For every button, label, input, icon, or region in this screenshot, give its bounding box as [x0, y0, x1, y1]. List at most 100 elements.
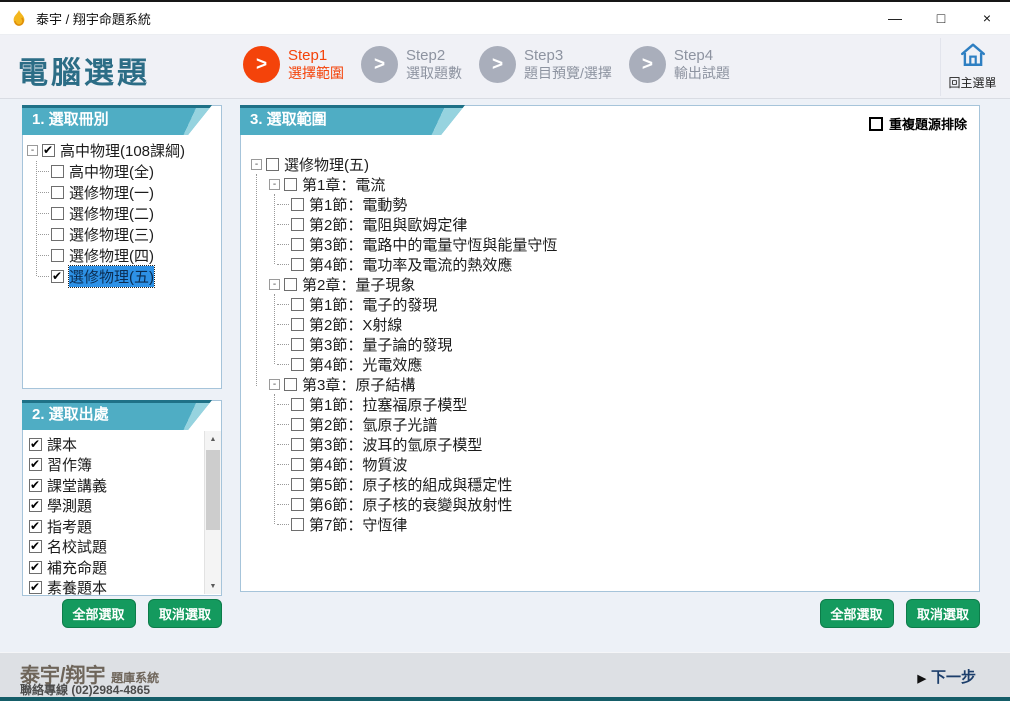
source-item: 學測題	[29, 496, 221, 517]
source-label[interactable]: 習作簿	[47, 454, 92, 475]
next-step-label: 下一步	[931, 669, 976, 686]
panel-select-source-title: 2. 選取出處	[22, 400, 212, 430]
section-label[interactable]: 第3節：波耳的氫原子模型	[309, 434, 482, 455]
source-label[interactable]: 素養題本	[47, 577, 107, 595]
checkbox[interactable]	[291, 198, 304, 211]
tree-children: 第1節：電動勢第2節：電阻與歐姆定律第3節：電路中的電量守恆與能量守恆第4節：電…	[269, 194, 977, 274]
scrollbar[interactable]: ▲ ▼	[204, 431, 221, 594]
collapse-toggle-icon[interactable]: -	[27, 145, 38, 156]
checkbox[interactable]	[266, 158, 279, 171]
checkbox[interactable]	[291, 518, 304, 531]
collapse-toggle-icon[interactable]: -	[269, 379, 280, 390]
checkbox[interactable]	[29, 438, 42, 451]
checkbox[interactable]	[291, 458, 304, 471]
source-label[interactable]: 補充命題	[47, 557, 107, 578]
scroll-down-icon[interactable]: ▼	[205, 578, 221, 594]
tree-connector	[277, 264, 289, 265]
checkbox[interactable]	[29, 479, 42, 492]
checkbox[interactable]	[42, 144, 55, 157]
scroll-up-icon[interactable]: ▲	[205, 431, 221, 447]
tree-node-label[interactable]: 選修物理(五)	[69, 266, 154, 287]
tree-node-label[interactable]: 選修物理(四)	[69, 245, 154, 266]
volume-tree: - 高中物理(108課綱)高中物理(全)選修物理(一)選修物理(二)選修物理(三)…	[23, 138, 221, 386]
section-label[interactable]: 第4節：電功率及電流的熱效應	[309, 254, 512, 275]
collapse-toggle-icon[interactable]: -	[269, 179, 280, 190]
checkbox[interactable]	[29, 499, 42, 512]
tree-node-label[interactable]: 高中物理(108課綱)	[60, 140, 185, 161]
chapter-label[interactable]: 第2章：量子現象	[302, 274, 415, 295]
source-item: 習作簿	[29, 455, 221, 476]
checkbox[interactable]	[291, 238, 304, 251]
next-step-button[interactable]: ▶下一步	[918, 666, 976, 687]
tree-node-label[interactable]: 選修物理(五)	[284, 154, 369, 175]
source-label[interactable]: 名校試題	[47, 536, 107, 557]
checkbox[interactable]	[291, 358, 304, 371]
section-label[interactable]: 第4節：物質波	[309, 454, 407, 475]
deselect-sources-button[interactable]: 取消選取	[148, 599, 222, 628]
dedup-checkbox[interactable]	[869, 117, 883, 131]
step-arrow-icon: >	[361, 46, 398, 83]
checkbox[interactable]	[51, 270, 64, 283]
checkbox[interactable]	[51, 165, 64, 178]
scrollbar-thumb[interactable]	[206, 450, 220, 530]
checkbox[interactable]	[291, 398, 304, 411]
home-menu-button[interactable]: 回主選單	[940, 38, 1004, 96]
tree-node-label[interactable]: 高中物理(全)	[69, 161, 154, 182]
checkbox[interactable]	[51, 207, 64, 220]
section-label[interactable]: 第3節：量子論的發現	[309, 334, 452, 355]
deselect-range-button[interactable]: 取消選取	[906, 599, 980, 628]
checkbox[interactable]	[51, 249, 64, 262]
tree-node: 選修物理(一)	[49, 182, 219, 203]
checkbox[interactable]	[291, 218, 304, 231]
checkbox[interactable]	[291, 478, 304, 491]
section-label[interactable]: 第7節：守恆律	[309, 514, 407, 535]
section-label[interactable]: 第1節：電子的發現	[309, 294, 437, 315]
select-all-range-button[interactable]: 全部選取	[820, 599, 894, 628]
section-label[interactable]: 第1節：電動勢	[309, 194, 407, 215]
step-2: > Step2 選取題數	[361, 46, 462, 83]
collapse-toggle-icon[interactable]: -	[269, 279, 280, 290]
checkbox[interactable]	[291, 498, 304, 511]
section-label[interactable]: 第1節：拉塞福原子模型	[309, 394, 467, 415]
step-label: 題目預覽/選擇	[524, 65, 612, 82]
checkbox[interactable]	[51, 186, 64, 199]
section-label[interactable]: 第2節：電阻與歐姆定律	[309, 214, 467, 235]
tree-node-label[interactable]: 選修物理(三)	[69, 224, 154, 245]
section-label[interactable]: 第6節：原子核的衰變與放射性	[309, 494, 512, 515]
checkbox[interactable]	[291, 418, 304, 431]
minimize-button[interactable]: —	[872, 2, 918, 34]
source-label[interactable]: 指考題	[47, 516, 92, 537]
checkbox[interactable]	[291, 318, 304, 331]
checkbox[interactable]	[284, 278, 297, 291]
section-label[interactable]: 第3節：電路中的電量守恆與能量守恆	[309, 234, 557, 255]
checkbox[interactable]	[29, 581, 42, 594]
checkbox[interactable]	[29, 561, 42, 574]
step-label: 選擇範圍	[288, 65, 344, 82]
checkbox[interactable]	[284, 378, 297, 391]
chapter-label[interactable]: 第3章：原子結構	[302, 374, 415, 395]
contact-phone: 聯絡專線 (02)2984-4865	[20, 681, 150, 698]
section-label[interactable]: 第2節：氫原子光譜	[309, 414, 437, 435]
chapter-label[interactable]: 第1章：電流	[302, 174, 385, 195]
source-label[interactable]: 課本	[47, 434, 77, 455]
section-label[interactable]: 第2節：X射線	[309, 314, 402, 335]
checkbox[interactable]	[51, 228, 64, 241]
close-button[interactable]: ×	[964, 2, 1010, 34]
collapse-toggle-icon[interactable]: -	[251, 159, 262, 170]
section-label[interactable]: 第4節：光電效應	[309, 354, 422, 375]
checkbox[interactable]	[291, 298, 304, 311]
checkbox[interactable]	[291, 338, 304, 351]
checkbox[interactable]	[291, 438, 304, 451]
checkbox[interactable]	[284, 178, 297, 191]
select-all-sources-button[interactable]: 全部選取	[62, 599, 136, 628]
checkbox[interactable]	[29, 458, 42, 471]
checkbox[interactable]	[29, 520, 42, 533]
checkbox[interactable]	[291, 258, 304, 271]
tree-node-label[interactable]: 選修物理(一)	[69, 182, 154, 203]
source-label[interactable]: 學測題	[47, 495, 92, 516]
tree-node-label[interactable]: 選修物理(二)	[69, 203, 154, 224]
section-label[interactable]: 第5節：原子核的組成與穩定性	[309, 474, 512, 495]
checkbox[interactable]	[29, 540, 42, 553]
source-label[interactable]: 課堂講義	[47, 475, 107, 496]
maximize-button[interactable]: □	[918, 2, 964, 34]
